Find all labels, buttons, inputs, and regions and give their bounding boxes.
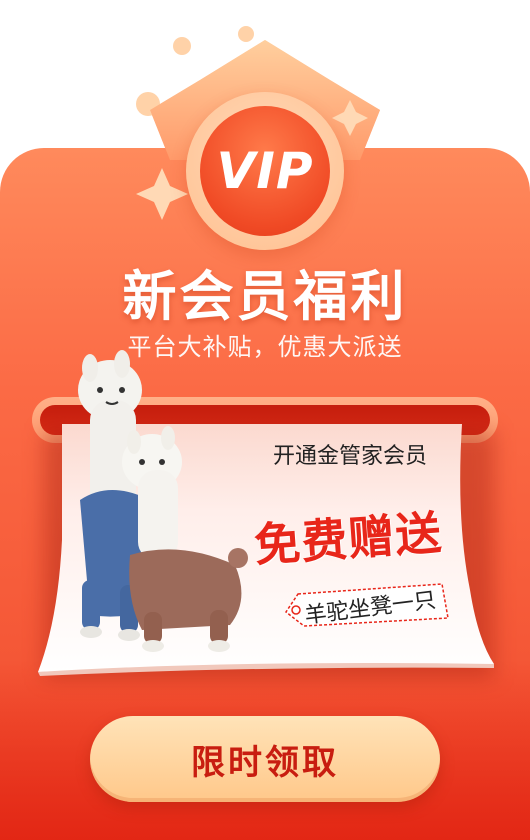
claim-now-button[interactable]: 限时领取 — [90, 716, 440, 802]
promo-heading: 开通金管家会员 — [272, 444, 427, 469]
claim-now-label: 限时领取 — [191, 743, 339, 782]
promo-free-gift: 免费赠送 — [252, 505, 444, 573]
alpaca-plush-image — [78, 350, 248, 652]
